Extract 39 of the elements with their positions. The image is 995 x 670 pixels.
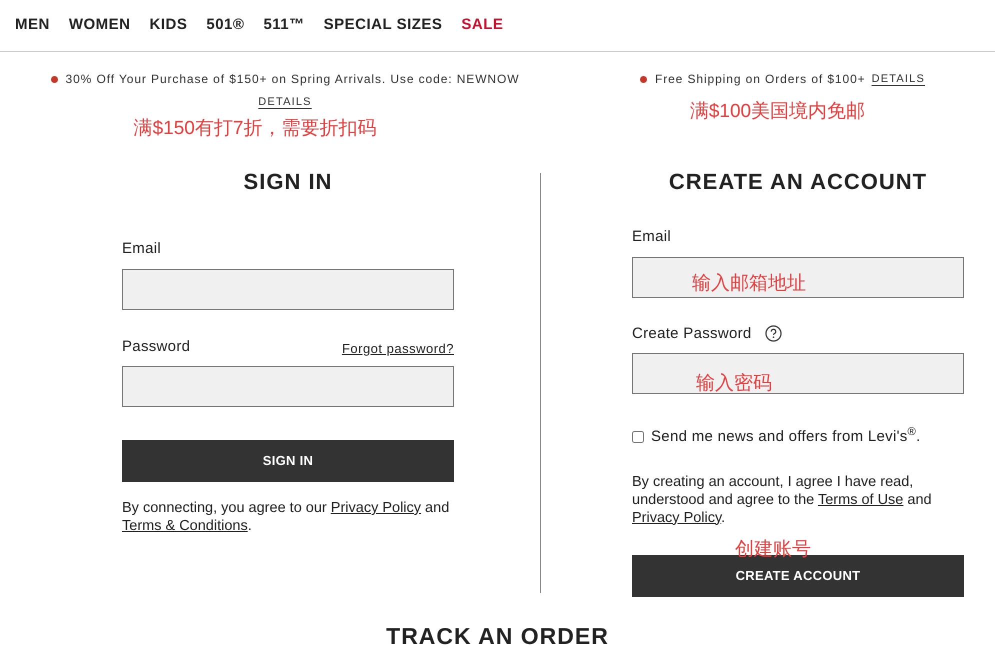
field-label: Email: [632, 227, 672, 247]
legal-link[interactable]: Terms & Conditions: [122, 518, 248, 534]
nav-link[interactable]: KIDS: [150, 14, 188, 37]
legal-link[interactable]: Privacy Policy: [632, 510, 722, 526]
legal-text: By connecting, you agree to our Privacy Policy and Terms & Conditions.: [122, 499, 450, 535]
annotation-text: 输入密码: [696, 372, 772, 396]
nav-link[interactable]: WOMEN: [68, 14, 131, 37]
annotation-text: 输入邮箱地址: [692, 272, 806, 296]
sign-in-button[interactable]: SIGN IN: [122, 440, 454, 482]
nav-link[interactable]: 501®: [206, 14, 244, 37]
help-icon[interactable]: [764, 325, 782, 342]
field-label: Password: [122, 336, 190, 356]
annotation-text: 满$100美国境内免邮: [690, 100, 866, 124]
nav-link[interactable]: 511™: [263, 14, 305, 37]
email-field[interactable]: [632, 256, 964, 298]
section-heading: CREATE AN ACCOUNT: [668, 168, 928, 196]
bullet-icon: [640, 76, 647, 82]
checkbox-label: Send me news and offers from Levi's$^{®}$.: [651, 426, 921, 447]
legal-text: By creating an account, I agree I have read, understood and agree to the Terms of Use and Privacy Policy.: [632, 472, 933, 526]
field-label: Create Password: [632, 324, 752, 344]
details-link[interactable]: DETAILS: [258, 94, 312, 110]
email-field[interactable]: [122, 268, 454, 310]
details-link[interactable]: DETAILS: [872, 70, 926, 88]
newsletter-checkbox[interactable]: [632, 431, 644, 444]
promo-text: Free Shipping on Orders of $100+: [654, 71, 866, 88]
bullet-icon: [50, 76, 58, 82]
nav-link[interactable]: SPECIAL SIZES: [324, 14, 442, 37]
legal-link[interactable]: Privacy Policy: [330, 500, 422, 516]
field-label: Email: [122, 239, 162, 259]
section-heading: TRACK AN ORDER: [386, 622, 609, 650]
annotation-text: 满$150有打7折，需要折扣码: [134, 116, 376, 140]
password-field[interactable]: [122, 366, 454, 407]
nav-link[interactable]: MEN: [15, 14, 50, 37]
forgot-password-link[interactable]: Forgot password?: [342, 338, 454, 358]
password-field[interactable]: [632, 353, 964, 394]
legal-link[interactable]: Terms of Use: [818, 492, 904, 508]
promo-text: 30% Off Your Purchase of $150+ on Spring Arrivals. Use code: NEWNOW: [66, 71, 520, 88]
nav-link[interactable]: SALE: [461, 14, 504, 37]
section-heading: SIGN IN: [242, 168, 334, 196]
